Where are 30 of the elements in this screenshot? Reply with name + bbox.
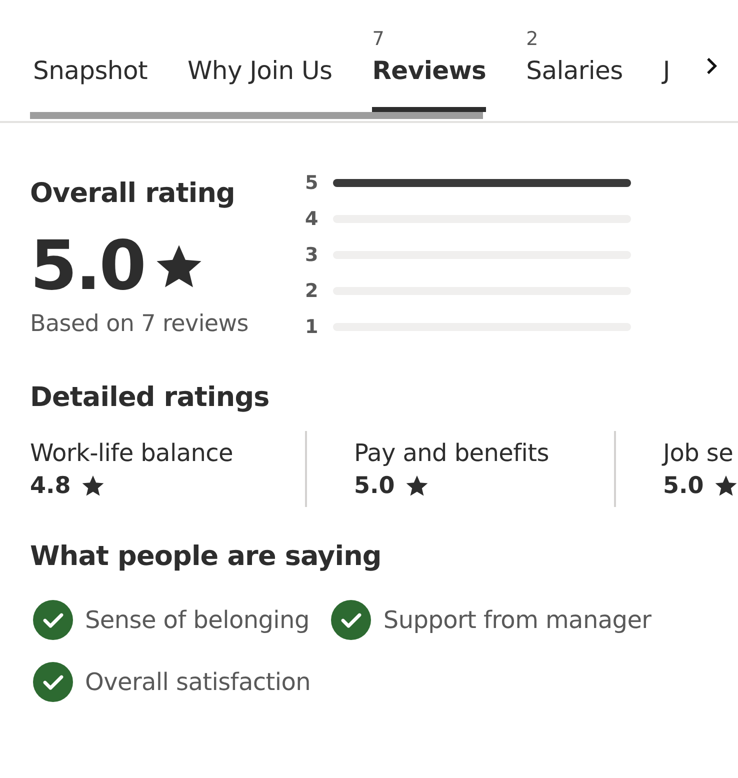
section-title: Detailed ratings <box>29 381 270 413</box>
rating-category: Work-life balance <box>30 439 234 467</box>
theme-label: Support from manager <box>383 606 652 634</box>
scrollbar[interactable] <box>30 112 483 119</box>
review-count: Based on 7 reviews <box>30 311 250 337</box>
check-circle-icon <box>33 600 73 640</box>
star-icon <box>80 474 105 498</box>
tab[interactable]: J <box>662 27 670 112</box>
rating-score: 5.0 <box>354 473 395 499</box>
theme-label: Sense of belonging <box>85 606 310 634</box>
star-icon <box>404 474 429 498</box>
rating-score: 4.8 <box>30 473 71 499</box>
star-level-label: 2 <box>305 280 319 302</box>
tab[interactable]: Snapshot <box>33 27 148 112</box>
star-level-label: 1 <box>305 316 319 338</box>
theme-label: Overall satisfaction <box>85 668 311 696</box>
section-title: Overall rating <box>30 178 236 209</box>
tab[interactable]: 2 Salaries <box>526 27 623 112</box>
section-title: What people are saying <box>29 540 382 572</box>
rating-category: Job se <box>663 439 734 467</box>
rating-score: 5.0 <box>663 473 704 499</box>
star-icon <box>714 474 738 498</box>
overall-score: 5.0 <box>30 227 144 307</box>
star-level-label: 5 <box>305 172 319 194</box>
star-level-label: 4 <box>305 208 319 230</box>
check-circle-icon <box>331 600 372 640</box>
tab[interactable]: Why Join Us <box>187 27 332 112</box>
check-circle-icon <box>33 662 73 702</box>
star-level-label: 3 <box>305 244 319 266</box>
rating-category: Pay and benefits <box>354 439 550 467</box>
